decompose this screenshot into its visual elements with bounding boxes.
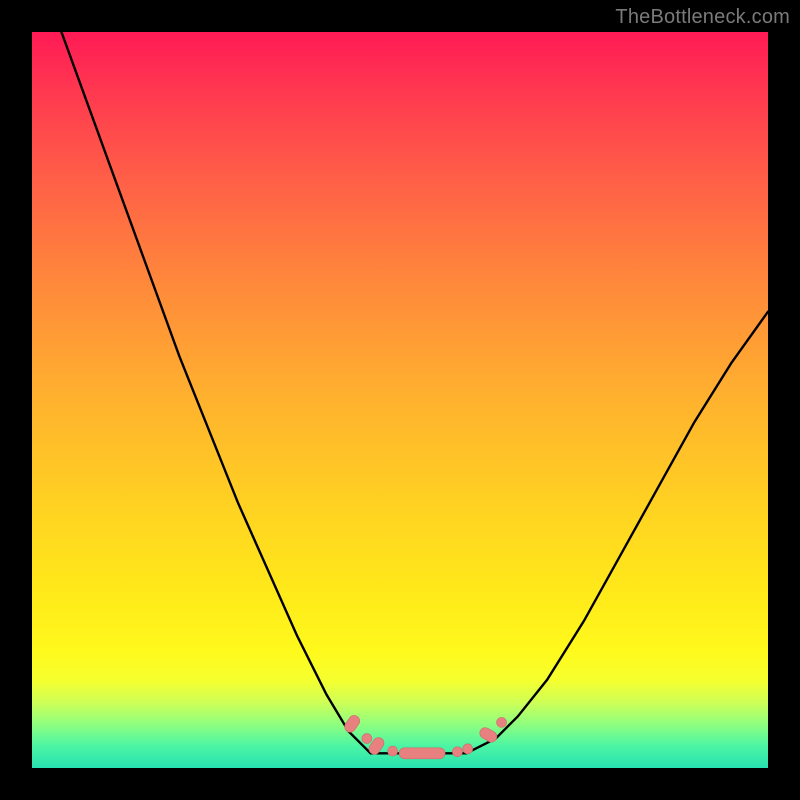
curve-group bbox=[61, 32, 768, 753]
watermark-text: TheBottleneck.com bbox=[615, 6, 790, 29]
marker-dot bbox=[497, 717, 507, 727]
marker-lozenge bbox=[478, 726, 499, 745]
plot-area bbox=[32, 32, 768, 768]
curve-left-branch bbox=[61, 32, 377, 753]
marker-lozenge bbox=[342, 713, 361, 734]
chart-svg bbox=[32, 32, 768, 768]
marker-dot bbox=[362, 734, 372, 744]
marker-group bbox=[342, 713, 506, 758]
curve-right-branch bbox=[466, 312, 768, 754]
outer-frame: TheBottleneck.com bbox=[0, 0, 800, 800]
marker-dot bbox=[452, 747, 462, 757]
marker-lozenge bbox=[399, 748, 445, 759]
marker-dot bbox=[388, 746, 398, 756]
marker-dot bbox=[463, 744, 473, 754]
